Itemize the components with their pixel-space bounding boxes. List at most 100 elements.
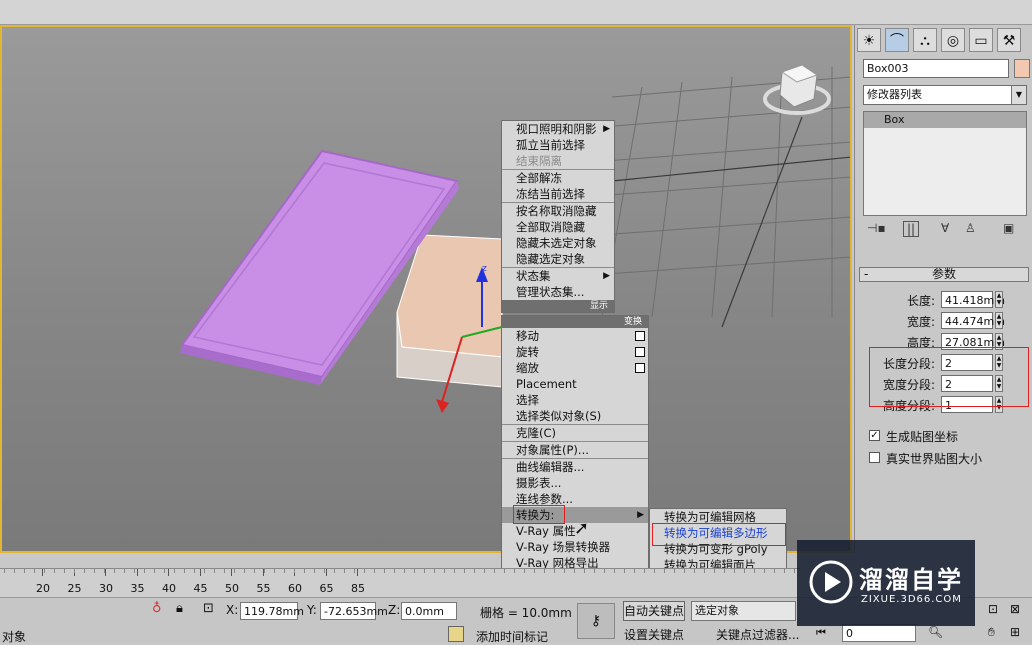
create-tab-icon[interactable]: ☀: [857, 28, 881, 52]
timeline-minor-tick: [444, 569, 445, 573]
perspective-viewport[interactable]: z: [0, 25, 852, 553]
display-menu-item[interactable]: 状态集 ▶: [502, 267, 614, 284]
display-tab-icon[interactable]: ▭: [969, 28, 993, 52]
timeline-minor-tick: [404, 569, 405, 573]
transform-menu-item-label: 缩放: [516, 361, 539, 375]
stack-toolbar: ⊣▪ || ∀ ♙ ▣: [863, 221, 1027, 239]
transform-menu-item[interactable]: Placement: [502, 376, 648, 392]
display-menu-item-label: 全部取消隐藏: [516, 220, 585, 234]
show-end-result-icon[interactable]: ||: [903, 221, 920, 237]
y-coordinate-field[interactable]: -72.653mm: [320, 602, 388, 620]
quad-menu-transform: 变换 移动 旋转 缩放 Placement 选择 选择类似对象(S) 克隆(C) 对象属性(P)…: [501, 315, 649, 604]
zoom-icon[interactable]: 🔍︎: [928, 625, 943, 639]
param-value-field[interactable]: 44.474mm: [941, 312, 1005, 329]
stack-item-box[interactable]: Box: [864, 112, 1026, 128]
timeline-minor-tick: [374, 569, 375, 573]
param-label: 长度:: [906, 294, 935, 308]
hierarchy-tab-icon[interactable]: ⛬: [913, 28, 937, 52]
transform-menu-item-label: V-Ray 场景转换器: [516, 540, 611, 554]
absolute-mode-icon[interactable]: ⊡: [203, 601, 214, 616]
submenu-arrow-icon: ▶: [603, 271, 610, 281]
modifier-list-dropdown[interactable]: 修改器列表 ▼: [863, 85, 1027, 105]
transform-menu-item[interactable]: 选择: [502, 392, 648, 408]
x-coordinate-field[interactable]: 119.78mm: [240, 602, 304, 620]
object-color-swatch[interactable]: [1014, 59, 1030, 78]
timeline-minor-tick: [274, 569, 275, 573]
auto-key-button[interactable]: 自动关键点: [623, 601, 685, 621]
transform-menu-item[interactable]: 选择类似对象(S): [502, 408, 648, 424]
display-menu-item[interactable]: 隐藏选定对象: [502, 251, 614, 267]
timeline-minor-tick: [354, 569, 355, 573]
timeline-minor-tick: [684, 569, 685, 573]
timeline-minor-tick: [344, 569, 345, 573]
settings-box-icon[interactable]: [635, 347, 645, 357]
timeline-minor-tick: [44, 569, 45, 573]
spinner-icon[interactable]: ▲ ▼: [995, 312, 1003, 329]
gen-map-coords-checkbox[interactable]: ✓: [869, 430, 880, 441]
param-label: 宽度:: [906, 315, 935, 329]
set-key-icon[interactable]: ⚷: [577, 603, 615, 639]
timeline-minor-tick: [474, 569, 475, 573]
timeline-tick-label: 25: [67, 582, 82, 595]
transform-menu-item[interactable]: 缩放: [502, 360, 648, 376]
current-frame-field[interactable]: 0: [842, 624, 916, 642]
timeline-ruler[interactable]: 20 25 30 35 40 45 50 55 60 65 85: [0, 568, 800, 597]
modifier-stack[interactable]: Box: [863, 111, 1027, 216]
display-menu-item[interactable]: 孤立当前选择: [502, 137, 614, 153]
transform-menu-item[interactable]: 曲线编辑器...: [502, 458, 648, 475]
display-menu-item[interactable]: 视口照明和阴影 ▶: [502, 121, 614, 137]
selection-lock-icon[interactable]: 🔒︎: [176, 601, 183, 616]
transform-menu-item[interactable]: V-Ray 场景转换器: [502, 539, 648, 555]
timeline-minor-tick: [134, 569, 135, 573]
object-name-field[interactable]: Box003: [863, 59, 1009, 78]
make-unique-icon[interactable]: ∀: [941, 221, 949, 235]
display-menu-item[interactable]: 按名称取消隐藏: [502, 202, 614, 219]
transform-menu-item[interactable]: 移动: [502, 328, 648, 344]
transform-menu-item[interactable]: 克隆(C): [502, 424, 648, 441]
key-mode-icon[interactable]: [448, 626, 464, 642]
utilities-tab-icon[interactable]: ⚒: [997, 28, 1021, 52]
viewcube[interactable]: [763, 64, 831, 115]
transform-menu-item[interactable]: 旋转: [502, 344, 648, 360]
configure-sets-icon[interactable]: ▣: [1003, 221, 1014, 235]
highlight-segments: [869, 347, 1029, 407]
timeline-minor-tick: [104, 569, 105, 573]
timeline-minor-tick: [614, 569, 615, 573]
remove-modifier-icon[interactable]: ♙: [965, 221, 976, 235]
display-menu-item[interactable]: 全部取消隐藏: [502, 219, 614, 235]
display-menu-item[interactable]: 隐藏未选定对象: [502, 235, 614, 251]
parameters-rollout-header[interactable]: - 参数: [859, 267, 1029, 282]
spinner-icon[interactable]: ▲ ▼: [995, 291, 1003, 308]
timeline-tick-label: 35: [130, 582, 145, 595]
maximize-viewport-icon[interactable]: ⊞: [1010, 625, 1020, 639]
phone-model[interactable]: [172, 145, 472, 385]
modify-tab-icon[interactable]: ⌒: [885, 28, 909, 52]
real-world-checkbox[interactable]: [869, 452, 880, 463]
goto-start-icon[interactable]: ⏮: [816, 626, 826, 640]
pan-icon[interactable]: ✋︎: [988, 625, 995, 640]
key-target-dropdown[interactable]: 选定对象: [691, 601, 796, 621]
param-value-field[interactable]: 41.418mm: [941, 291, 1005, 308]
key-filters-button[interactable]: 关键点过滤器...: [716, 626, 799, 643]
transform-menu-item-label: 选择: [516, 393, 539, 407]
set-key-button[interactable]: 设置关键点: [624, 626, 684, 643]
motion-tab-icon[interactable]: ◎: [941, 28, 965, 52]
lock-icon[interactable]: ♁: [152, 601, 162, 616]
timeline-minor-tick: [204, 569, 205, 573]
transform-menu-item[interactable]: 摄影表...: [502, 475, 648, 491]
pin-stack-icon[interactable]: ⊣▪: [867, 221, 886, 235]
zoom-extents-icon[interactable]: ⊡: [988, 602, 998, 616]
add-time-tag[interactable]: 添加时间标记: [476, 628, 548, 645]
x-label: X:: [226, 603, 239, 617]
display-menu-item[interactable]: 冻结当前选择: [502, 186, 614, 202]
transform-menu-item[interactable]: 对象属性(P)...: [502, 441, 648, 458]
display-menu-item[interactable]: 全部解冻: [502, 169, 614, 186]
timeline-minor-tick: [464, 569, 465, 573]
settings-box-icon[interactable]: [635, 363, 645, 373]
timeline-minor-tick: [734, 569, 735, 573]
display-menu-item[interactable]: 管理状态集...: [502, 284, 614, 300]
settings-box-icon[interactable]: [635, 331, 645, 341]
z-coordinate-field[interactable]: 0.0mm: [401, 602, 457, 620]
selection-status: 对象: [2, 630, 27, 644]
field-of-view-icon[interactable]: ⊠: [1010, 602, 1020, 616]
